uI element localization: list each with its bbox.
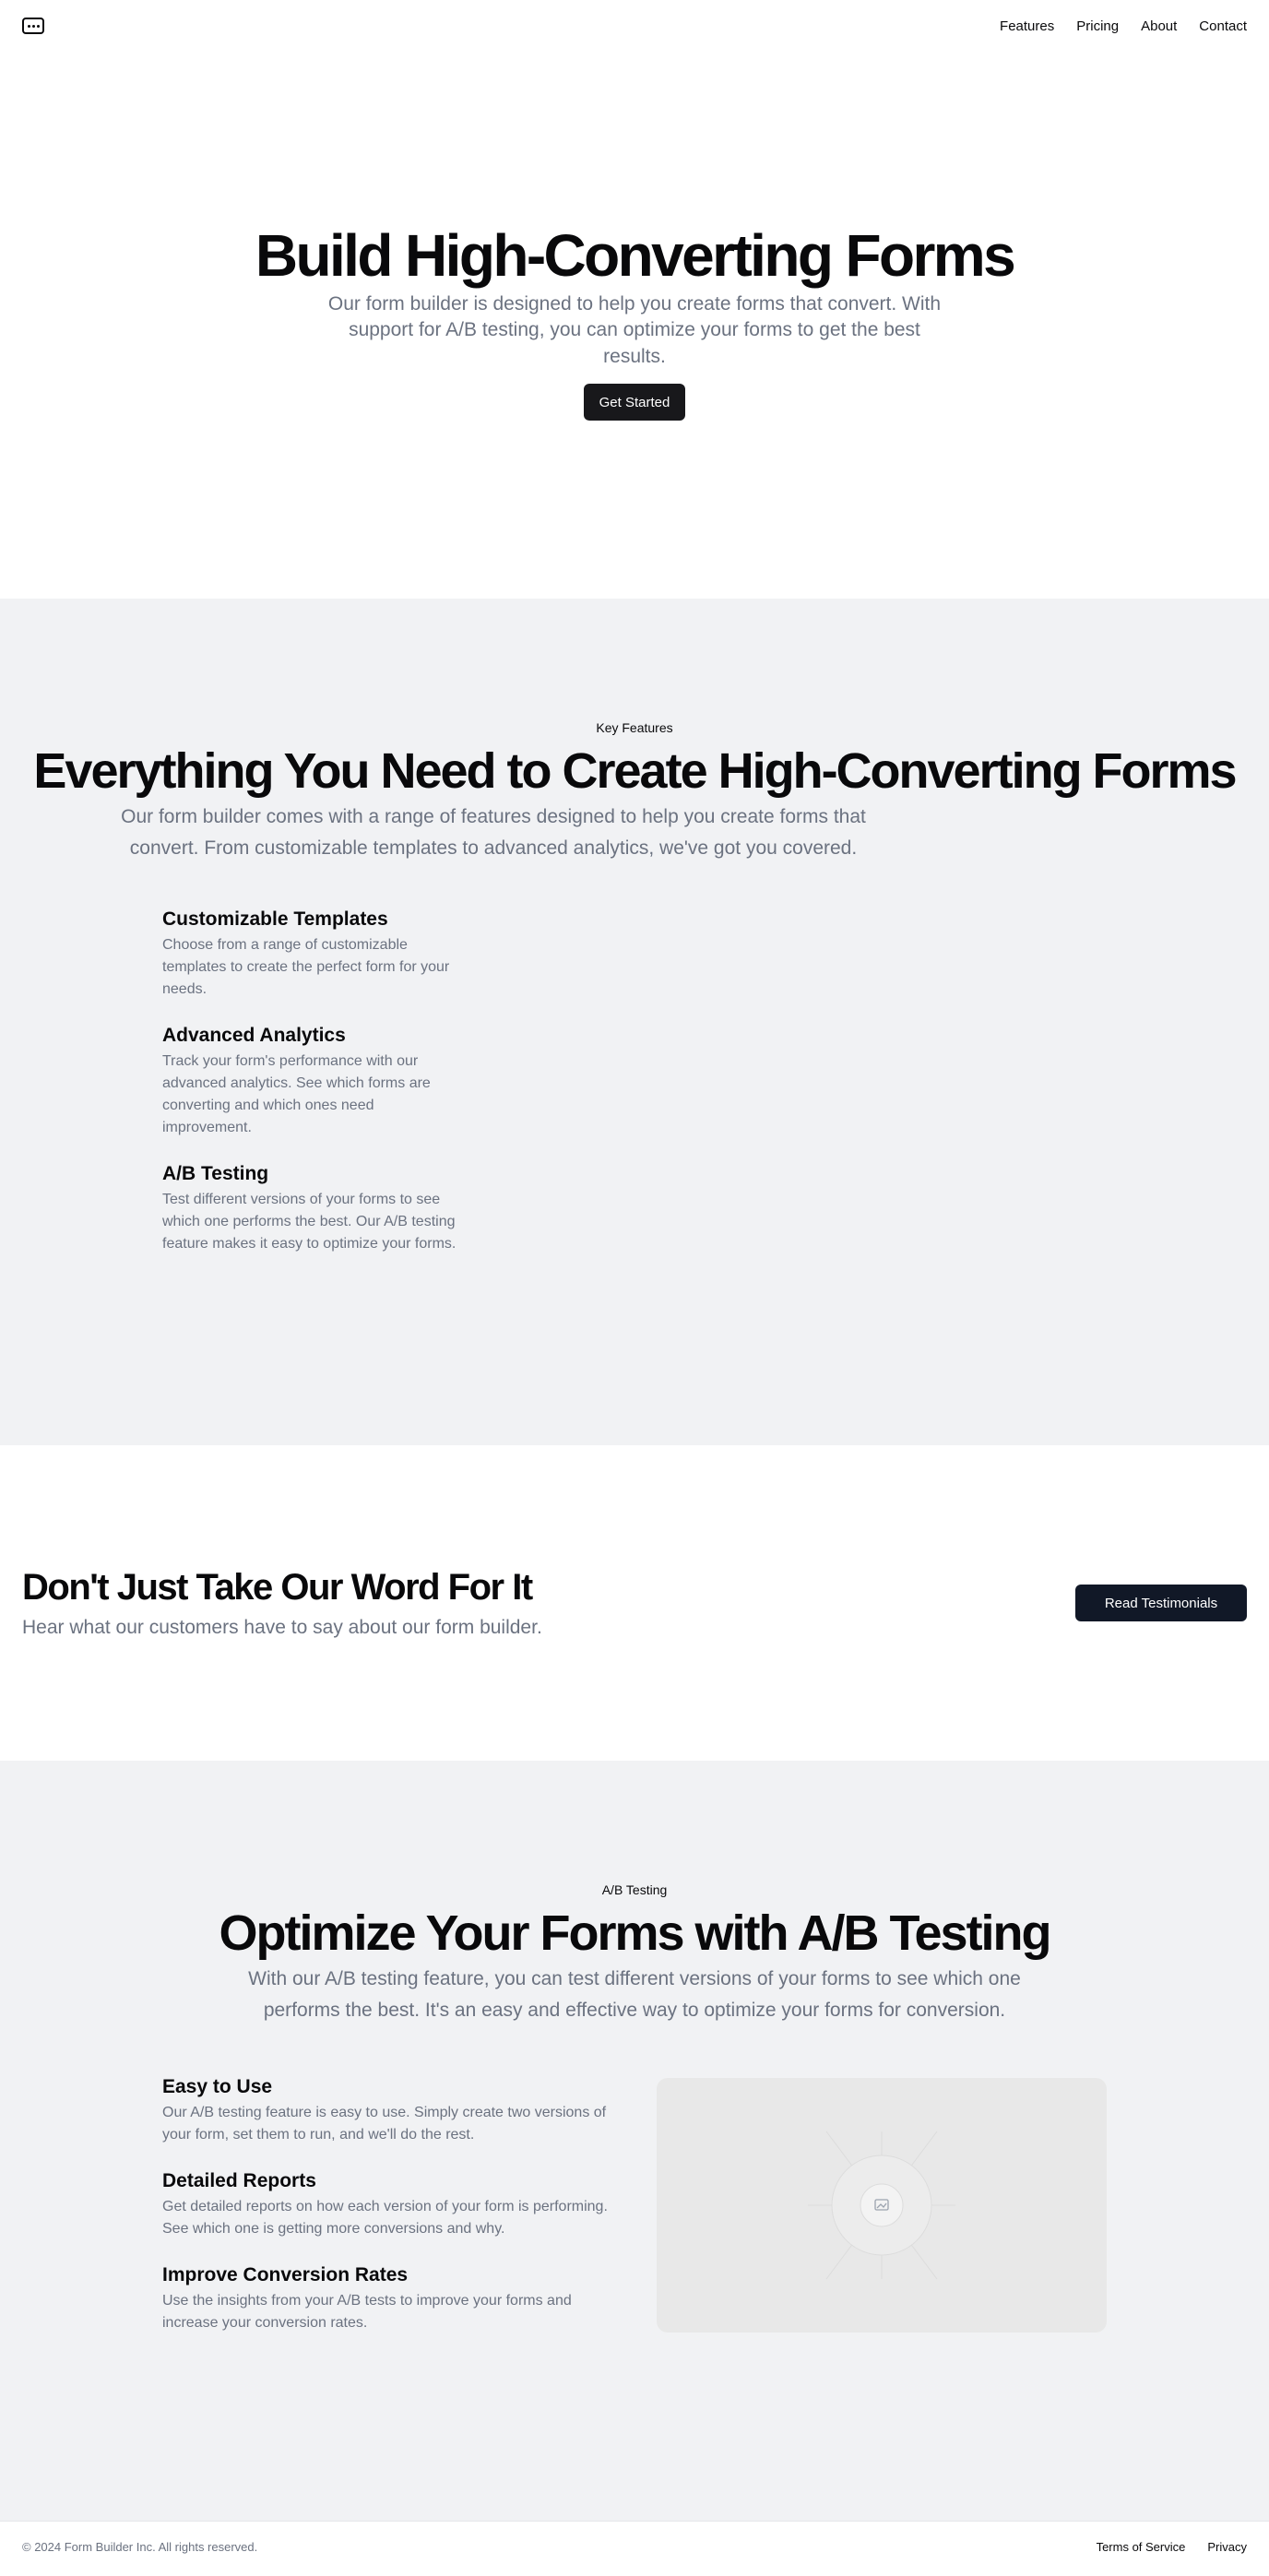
site-footer: © 2024 Form Builder Inc. All rights rese… — [0, 2521, 1269, 2572]
feature-text: Choose from a range of customizable temp… — [162, 936, 450, 997]
testimonials-cta-section: Don't Just Take Our Word For It Hear wha… — [0, 1445, 1269, 1761]
testimonials-title: Don't Just Take Our Word For It — [22, 1567, 533, 1608]
nav-features[interactable]: Features — [1000, 18, 1054, 34]
copyright-text: © 2024 Form Builder Inc. All rights rese… — [22, 2540, 258, 2554]
ab-feature-item: Detailed Reports Get detailed reports on… — [162, 2170, 614, 2240]
feature-title: Detailed Reports — [162, 2169, 316, 2191]
feature-text: Track your form's performance with our a… — [162, 1052, 431, 1135]
ab-feature-item: Improve Conversion Rates Use the insight… — [162, 2264, 614, 2334]
feature-item: Advanced Analytics Track your form's per… — [162, 1025, 457, 1139]
features-section: Key Features Everything You Need to Crea… — [0, 599, 1269, 1445]
feature-list: Customizable Templates Choose from a ran… — [162, 908, 457, 1255]
feature-title: Advanced Analytics — [162, 1024, 346, 1046]
feature-item: Customizable Templates Choose from a ran… — [162, 908, 457, 1001]
testimonials-description: Hear what our customers have to say abou… — [22, 1617, 542, 1638]
features-description: Our form builder comes with a range of f… — [121, 806, 866, 859]
feature-text: Use the insights from your A/B tests to … — [162, 2292, 572, 2331]
feature-title: Improve Conversion Rates — [162, 2263, 409, 2285]
image-placeholder-icon — [808, 2131, 955, 2279]
ab-testing-section: A/B Testing Optimize Your Forms with A/B… — [0, 1761, 1269, 2521]
ab-title: Optimize Your Forms with A/B Testing — [219, 1905, 1051, 1961]
testimonials-text: Don't Just Take Our Word For It Hear wha… — [22, 1567, 542, 1639]
ab-eyebrow: A/B Testing — [601, 1882, 668, 1897]
ab-body: Easy to Use Our A/B testing feature is e… — [162, 2071, 1107, 2358]
features-eyebrow: Key Features — [596, 720, 673, 735]
privacy-link[interactable]: Privacy — [1207, 2540, 1247, 2554]
footer-links: Terms of Service Privacy — [1097, 2540, 1247, 2554]
ab-description: With our A/B testing feature, you can te… — [248, 1968, 1021, 2021]
nav-about[interactable]: About — [1141, 18, 1177, 34]
feature-title: Customizable Templates — [162, 908, 388, 930]
feature-text: Get detailed reports on how each version… — [162, 2198, 608, 2237]
features-title: Everything You Need to Create High-Conve… — [33, 743, 1237, 799]
keyboard-icon[interactable] — [22, 18, 44, 34]
feature-item: A/B Testing Test different versions of y… — [162, 1163, 457, 1255]
main-nav: Features Pricing About Contact — [1000, 18, 1247, 34]
terms-link[interactable]: Terms of Service — [1097, 2540, 1186, 2554]
get-started-button[interactable]: Get Started — [584, 384, 685, 421]
feature-title: Easy to Use — [162, 2075, 273, 2097]
feature-text: Test different versions of your forms to… — [162, 1191, 457, 1252]
site-header: Features Pricing About Contact — [0, 0, 1269, 52]
read-testimonials-button[interactable]: Read Testimonials — [1075, 1585, 1247, 1621]
feature-text: Our A/B testing feature is easy to use. … — [162, 2104, 607, 2143]
hero-title: Build High-Converting Forms — [255, 222, 1016, 289]
image-placeholder — [657, 2077, 1107, 2333]
hero-description: Our form builder is designed to help you… — [327, 293, 942, 367]
nav-pricing[interactable]: Pricing — [1076, 18, 1119, 34]
feature-title: A/B Testing — [162, 1162, 269, 1184]
ab-feature-item: Easy to Use Our A/B testing feature is e… — [162, 2076, 614, 2146]
ab-feature-list: Easy to Use Our A/B testing feature is e… — [162, 2071, 614, 2358]
nav-contact[interactable]: Contact — [1199, 18, 1247, 34]
hero-section: Build High-Converting Forms Our form bui… — [0, 52, 1269, 599]
